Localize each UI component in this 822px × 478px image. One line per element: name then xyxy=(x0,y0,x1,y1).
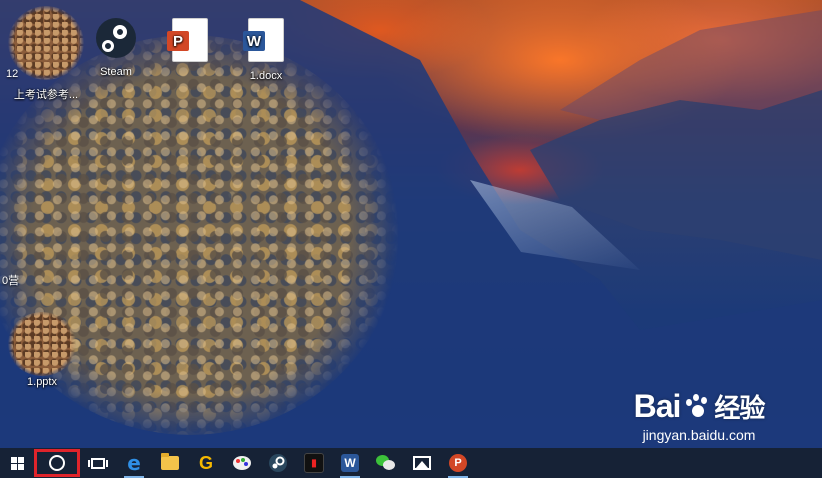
watermark-url: jingyan.baidu.com xyxy=(642,427,756,443)
app-red-icon: ▮ xyxy=(304,453,324,473)
google-icon: G xyxy=(198,452,213,473)
desktop-icon-label: Steam xyxy=(100,66,132,78)
desktop-icon-exam-reference[interactable]: 上考试参考... xyxy=(8,6,84,102)
baidu-jingyan-watermark: Bai 经验 jingyan.baidu.com xyxy=(624,388,774,443)
edge-icon: e xyxy=(127,451,141,475)
windows-logo-icon xyxy=(10,456,24,470)
partial-label: 12 xyxy=(6,68,19,80)
taskbar-word[interactable]: W xyxy=(332,448,368,478)
word-icon: W xyxy=(341,454,359,472)
folder-icon xyxy=(161,453,179,470)
baidu-logo: Bai 经验 xyxy=(624,388,774,425)
partial-label: 0营 xyxy=(2,275,20,287)
taskbar-edge[interactable]: e xyxy=(116,448,152,478)
rock-thumbnail-icon xyxy=(8,6,84,80)
taskbar-red-app[interactable]: ▮ xyxy=(296,448,332,478)
rock-thumbnail-icon xyxy=(7,312,77,376)
paw-icon xyxy=(684,393,710,420)
baidu-logo-text: Bai xyxy=(633,388,682,424)
taskbar-paint[interactable] xyxy=(224,448,260,478)
task-view-button[interactable] xyxy=(80,448,116,478)
desktop-icon-pptx[interactable]: 1.pptx xyxy=(4,312,80,388)
word-file-icon: W xyxy=(243,18,284,62)
powerpoint-icon: P xyxy=(449,454,467,472)
taskbar-steam[interactable] xyxy=(260,448,296,478)
desktop-icon-label: 1.docx xyxy=(249,70,283,82)
wechat-icon xyxy=(376,455,396,471)
photos-icon xyxy=(413,456,431,470)
desktop-icon-steam[interactable]: Steam xyxy=(78,18,154,78)
steam-icon xyxy=(96,18,136,58)
task-view-icon xyxy=(88,457,108,469)
desktop-icon-powerpoint-file[interactable]: P xyxy=(152,18,228,70)
start-button[interactable] xyxy=(0,448,34,478)
steam-icon xyxy=(269,454,287,472)
cortana-search-button[interactable] xyxy=(34,449,80,477)
taskbar-photos[interactable] xyxy=(404,448,440,478)
desktop-icon-docx[interactable]: W 1.docx xyxy=(228,18,304,82)
desktop-icon-label: 1.pptx xyxy=(27,376,57,388)
desktop-icon-label: 上考试参考... xyxy=(13,89,79,101)
taskbar: e G ▮ W P xyxy=(0,448,822,478)
taskbar-powerpoint[interactable]: P xyxy=(440,448,476,478)
paint-icon xyxy=(233,456,251,470)
powerpoint-file-icon: P xyxy=(167,18,208,62)
jingyan-logo-text: 经验 xyxy=(714,393,765,423)
cortana-circle-icon xyxy=(49,455,65,471)
taskbar-wechat[interactable] xyxy=(368,448,404,478)
taskbar-google[interactable]: G xyxy=(188,448,224,478)
taskbar-file-explorer[interactable] xyxy=(152,448,188,478)
